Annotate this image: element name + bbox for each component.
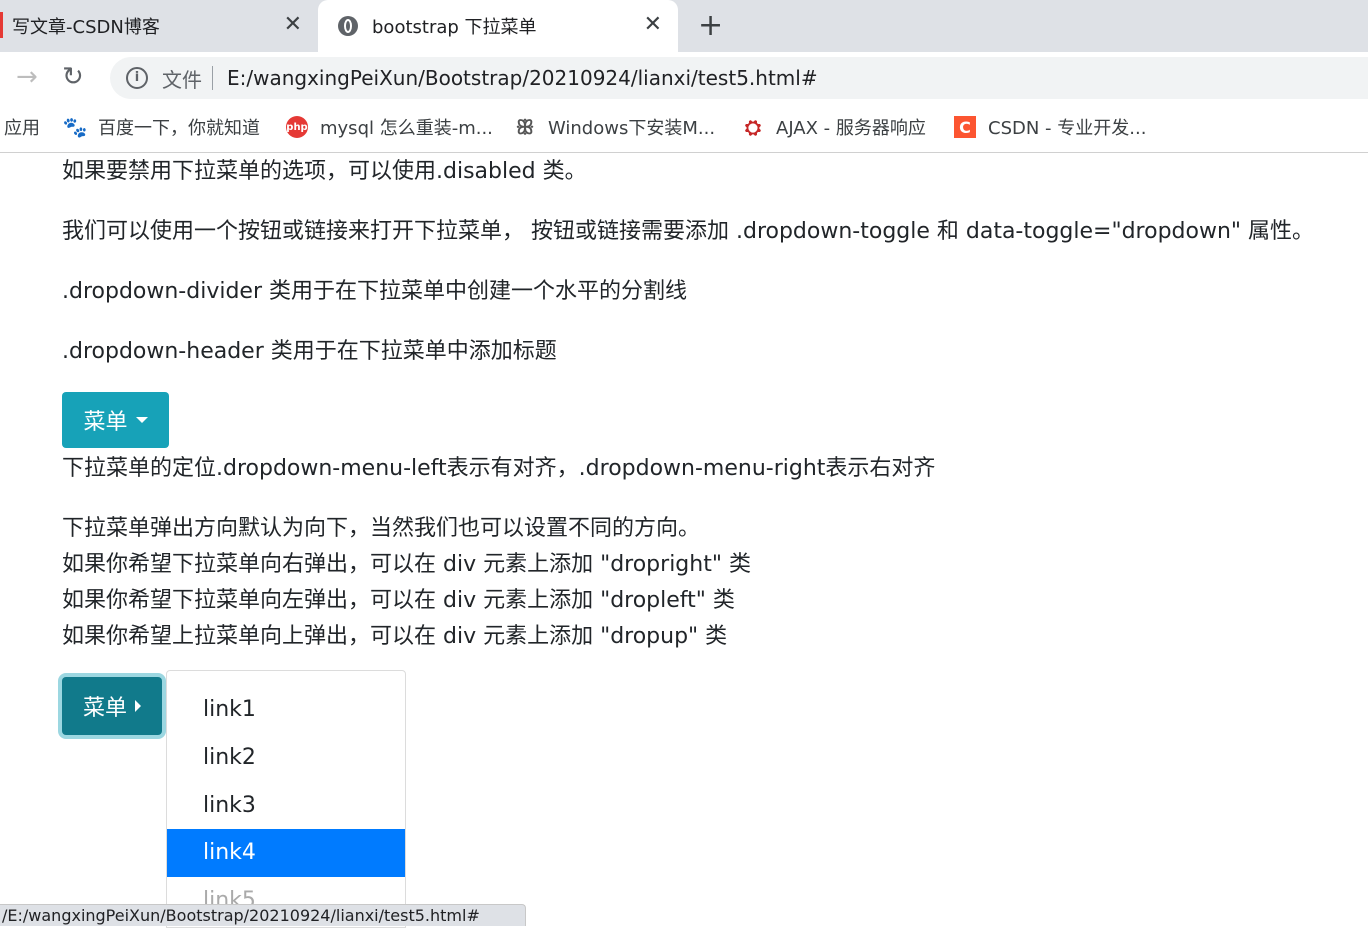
bookmark-baidu[interactable]: 🐾 百度一下，你就知道 bbox=[62, 114, 260, 140]
reload-icon[interactable]: ↻ bbox=[62, 62, 84, 92]
tab-title: 写文章-CSDN博客 bbox=[12, 17, 160, 38]
bookmarks-bar: 应用 🐾 百度一下，你就知道 php mysql 怎么重装-m... ꕥ Win… bbox=[0, 102, 1368, 153]
windows-icon: ꕥ bbox=[515, 115, 535, 139]
csdn-icon: C bbox=[954, 116, 976, 138]
forward-icon[interactable]: → bbox=[16, 62, 38, 92]
paragraph-toggle: 我们可以使用一个按钮或链接来打开下拉菜单， 按钮或链接需要添加 .dropdow… bbox=[62, 219, 1315, 244]
tab-csdn-write[interactable]: 写文章-CSDN博客 ✕ bbox=[0, 0, 318, 52]
baidu-icon: 🐾 bbox=[62, 115, 88, 139]
bookmark-windows[interactable]: ꕥ Windows下安装M... bbox=[514, 114, 715, 140]
caret-down-icon bbox=[135, 417, 148, 423]
status-bar-url: /E:/wangxingPeiXun/Bootstrap/20210924/li… bbox=[0, 904, 526, 926]
paragraph-dropleft: 如果你希望下拉菜单向左弹出，可以在 div 元素上添加 "dropleft" 类 bbox=[62, 588, 735, 613]
tab-favicon-edge bbox=[0, 12, 3, 38]
ajax-icon: ⛭ bbox=[745, 115, 761, 139]
address-scheme-label: 文件 bbox=[162, 67, 202, 92]
bookmark-ajax[interactable]: ⛭ AJAX - 服务器响应 bbox=[742, 114, 926, 140]
bookmark-label: 百度一下，你就知道 bbox=[98, 118, 260, 139]
paragraph-divider: .dropdown-divider 类用于在下拉菜单中创建一个水平的分割线 bbox=[62, 279, 687, 304]
dropright-button[interactable]: 菜单 bbox=[62, 677, 162, 735]
button-label: 菜单 bbox=[82, 696, 127, 721]
bookmark-csdn[interactable]: C CSDN - 专业开发... bbox=[954, 114, 1146, 140]
menu-item-link4[interactable]: link4 bbox=[167, 829, 405, 877]
button-label: 菜单 bbox=[83, 410, 128, 435]
address-divider bbox=[212, 66, 213, 90]
close-icon[interactable]: ✕ bbox=[644, 13, 662, 37]
php-icon: php bbox=[286, 116, 308, 138]
dropdown-button[interactable]: 菜单 bbox=[62, 392, 169, 448]
paragraph-alignment: 下拉菜单的定位.dropdown-menu-left表示有对齐，.dropdow… bbox=[62, 456, 936, 481]
close-icon[interactable]: ✕ bbox=[284, 13, 302, 37]
menu-item-link2[interactable]: link2 bbox=[167, 734, 405, 782]
tab-strip: 写文章-CSDN博客 ✕ bootstrap 下拉菜单 ✕ + bbox=[0, 0, 1368, 52]
menu-item-link3[interactable]: link3 bbox=[167, 782, 405, 830]
bookmark-apps[interactable]: 应用 bbox=[4, 114, 40, 140]
bookmark-mysql[interactable]: php mysql 怎么重装-m... bbox=[286, 114, 493, 140]
new-tab-button[interactable]: + bbox=[698, 10, 723, 42]
paragraph-disabled: 如果要禁用下拉菜单的选项，可以使用.disabled 类。 bbox=[62, 159, 587, 184]
bookmark-label: CSDN - 专业开发... bbox=[988, 118, 1147, 139]
bookmark-label: AJAX - 服务器响应 bbox=[776, 118, 926, 139]
tab-bootstrap-dropdown[interactable]: bootstrap 下拉菜单 ✕ bbox=[318, 0, 678, 52]
paragraph-dropright: 如果你希望下拉菜单向右弹出，可以在 div 元素上添加 "dropright" … bbox=[62, 552, 751, 577]
paragraph-header: .dropdown-header 类用于在下拉菜单中添加标题 bbox=[62, 339, 557, 364]
globe-icon bbox=[338, 16, 358, 36]
paragraph-direction: 下拉菜单弹出方向默认为向下，当然我们也可以设置不同的方向。 bbox=[62, 516, 701, 541]
tab-title: bootstrap 下拉菜单 bbox=[372, 17, 537, 38]
menu-item-link1[interactable]: link1 bbox=[167, 686, 405, 734]
dropdown-menu: link1 link2 link3 link4 link5 bbox=[166, 670, 406, 928]
address-bar[interactable]: i 文件 E:/wangxingPeiXun/Bootstrap/2021092… bbox=[110, 57, 1368, 99]
bookmark-label: Windows下安装M... bbox=[548, 118, 716, 139]
browser-toolbar: → ↻ i 文件 E:/wangxingPeiXun/Bootstrap/202… bbox=[0, 52, 1368, 102]
caret-right-icon bbox=[135, 700, 141, 712]
bookmark-label: mysql 怎么重装-m... bbox=[320, 118, 493, 139]
paragraph-dropup: 如果你希望上拉菜单向上弹出，可以在 div 元素上添加 "dropup" 类 bbox=[62, 624, 728, 649]
info-icon[interactable]: i bbox=[126, 67, 148, 89]
address-url[interactable]: E:/wangxingPeiXun/Bootstrap/20210924/lia… bbox=[227, 66, 818, 90]
